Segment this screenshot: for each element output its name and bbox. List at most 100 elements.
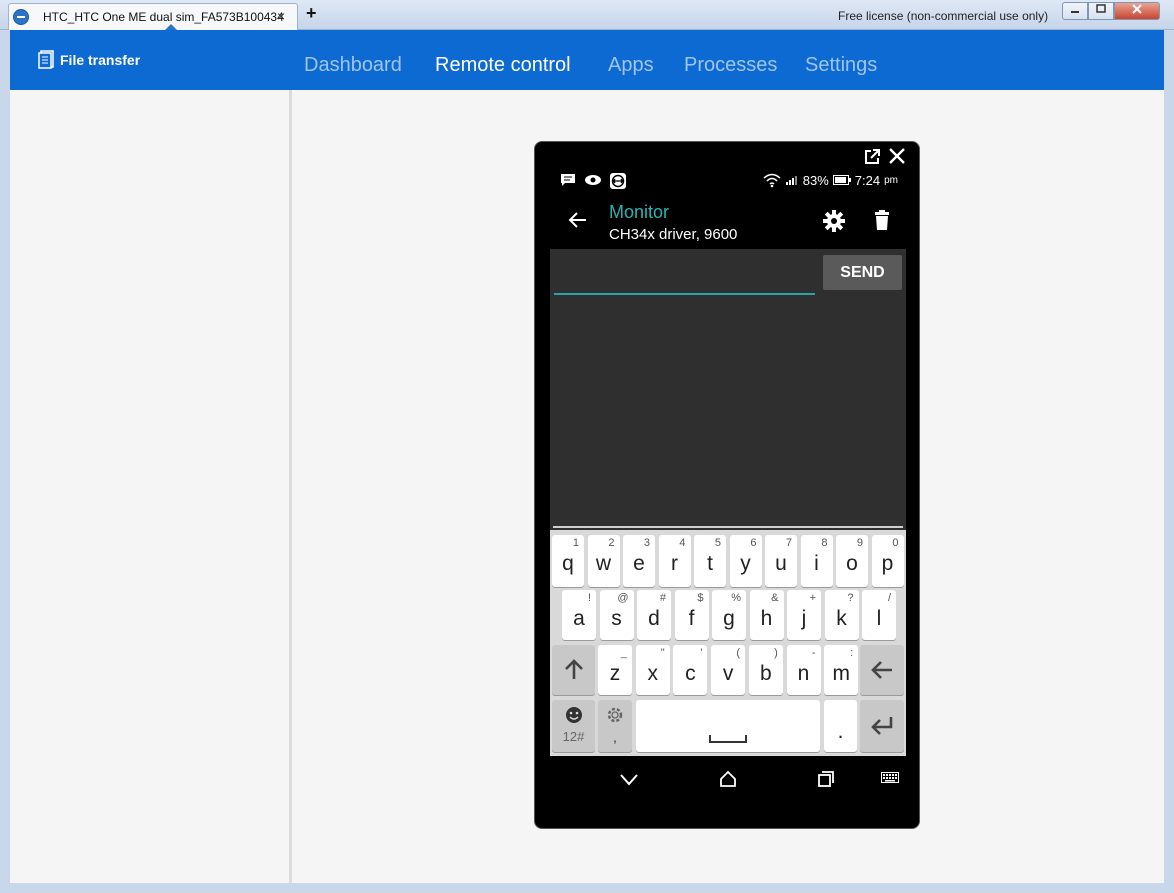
comma-key[interactable]: ,	[598, 700, 632, 752]
key-hint: _	[620, 647, 627, 659]
key-c[interactable]: ' c	[673, 645, 708, 695]
key-hint: 7	[785, 537, 792, 549]
key-i[interactable]: 8i	[800, 535, 833, 587]
file-transfer-button[interactable]: File transfer	[38, 50, 140, 69]
key-m[interactable]: :m	[824, 645, 859, 695]
key-hint: (	[736, 647, 741, 659]
key-label: x	[647, 662, 658, 685]
key-w[interactable]: 2w	[587, 535, 620, 587]
key-hint: $	[697, 592, 704, 604]
key-e[interactable]: 3e	[623, 535, 655, 587]
key-u[interactable]: 7u	[765, 535, 797, 587]
key-j[interactable]: + j	[787, 590, 821, 640]
minimize-button[interactable]	[1062, 2, 1088, 20]
key-z[interactable]: _ z	[598, 645, 632, 695]
teamviewer-logo-icon	[13, 9, 29, 25]
space-bar-icon	[709, 735, 747, 743]
close-window-button[interactable]	[1114, 2, 1160, 20]
gear-icon[interactable]	[823, 210, 845, 232]
key-x[interactable]: " x	[635, 645, 670, 695]
battery-icon	[832, 175, 851, 185]
key-hint: 3	[643, 537, 650, 549]
maximize-icon	[1096, 4, 1106, 13]
key-hint: '	[700, 647, 703, 659]
key-label: s	[611, 607, 622, 630]
key-a[interactable]: ! a	[562, 590, 596, 640]
key-label: u	[775, 552, 787, 575]
key-hint: "	[660, 647, 665, 659]
enter-key[interactable]	[860, 700, 904, 752]
keyboard-switch-icon[interactable]	[881, 772, 899, 784]
nav-home-icon[interactable]	[720, 771, 736, 787]
tab-remote-control[interactable]: Remote control	[435, 54, 571, 77]
key-p[interactable]: 0p	[871, 535, 904, 587]
key-hint: 2	[608, 537, 615, 549]
key-hint: &	[771, 592, 779, 604]
back-arrow-icon[interactable]	[568, 211, 588, 229]
tab-close-icon[interactable]: ×	[277, 8, 285, 24]
key-label: d	[648, 607, 660, 630]
key-h[interactable]: & h	[749, 590, 784, 640]
close-icon[interactable]	[887, 146, 907, 166]
left-panel	[10, 90, 292, 883]
key-r[interactable]: 4r	[658, 535, 691, 587]
shift-key[interactable]	[552, 645, 595, 695]
key-label: c	[685, 662, 696, 685]
new-tab-button[interactable]: +	[306, 3, 317, 24]
keyboard-divider	[553, 526, 903, 528]
minimize-icon	[1071, 11, 1079, 13]
trash-icon[interactable]	[874, 210, 890, 230]
key-hint: -	[811, 647, 816, 659]
popout-icon[interactable]	[863, 148, 881, 166]
key-g[interactable]: % g	[712, 590, 746, 640]
space-key[interactable]	[636, 700, 820, 752]
emoji-icon	[565, 707, 582, 723]
key-hint: 8	[821, 537, 828, 549]
send-button[interactable]: SEND	[823, 255, 902, 290]
serial-input[interactable]	[554, 257, 815, 291]
key-label: b	[759, 662, 772, 685]
key-k[interactable]: ? k	[824, 590, 859, 640]
emoji-symbols-key[interactable]: 12#	[552, 700, 595, 752]
backspace-key[interactable]	[860, 645, 904, 695]
tab-apps[interactable]: Apps	[608, 54, 654, 77]
key-hint: 5	[714, 537, 721, 549]
symbols-label: 12#	[562, 729, 585, 744]
key-hint: /	[887, 592, 891, 604]
key-hint: #	[659, 592, 666, 604]
enter-icon	[871, 717, 893, 735]
backspace-icon	[871, 661, 892, 679]
key-o[interactable]: 9o	[836, 535, 868, 587]
key-hint: :	[850, 647, 854, 659]
key-v[interactable]: (v	[711, 645, 746, 695]
key-s[interactable]: @ s	[599, 590, 634, 640]
key-b[interactable]: ) b	[748, 645, 783, 695]
tab-dashboard[interactable]: Dashboard	[304, 54, 402, 77]
key-label: l	[876, 607, 882, 630]
key-hint: @	[617, 592, 629, 604]
key-y[interactable]: 6y	[729, 535, 762, 587]
key-label: r	[671, 552, 678, 575]
device-screen[interactable]: 83% 7:24 pm Monitor CH34x driver, 9600 S…	[550, 169, 906, 803]
key-q[interactable]: 1q	[552, 535, 584, 587]
window-controls	[1062, 2, 1160, 22]
key-d[interactable]: # d	[637, 590, 671, 640]
key-l[interactable]: / l	[862, 590, 896, 640]
key-label: h	[760, 607, 773, 630]
screen-title: Monitor	[609, 202, 670, 222]
tab-processes[interactable]: Processes	[684, 54, 777, 77]
device-screen-frame: 83% 7:24 pm Monitor CH34x driver, 9600 S…	[534, 141, 920, 829]
nav-recents-icon[interactable]	[818, 771, 834, 787]
close-icon	[1132, 4, 1142, 14]
key-n[interactable]: -n	[786, 645, 821, 695]
nav-back-icon[interactable]	[620, 774, 638, 786]
key-t[interactable]: 5t	[694, 535, 726, 587]
period-key[interactable]: .	[824, 700, 857, 752]
maximize-button[interactable]	[1088, 2, 1114, 20]
key-label: t	[707, 552, 713, 575]
tab-settings[interactable]: Settings	[805, 54, 877, 77]
key-label: z	[609, 662, 621, 685]
key-f[interactable]: $ f	[674, 590, 709, 640]
session-tab[interactable]: HTC_HTC One ME dual sim_FA573B100434 ×	[8, 3, 298, 30]
key-label: m	[832, 662, 850, 685]
